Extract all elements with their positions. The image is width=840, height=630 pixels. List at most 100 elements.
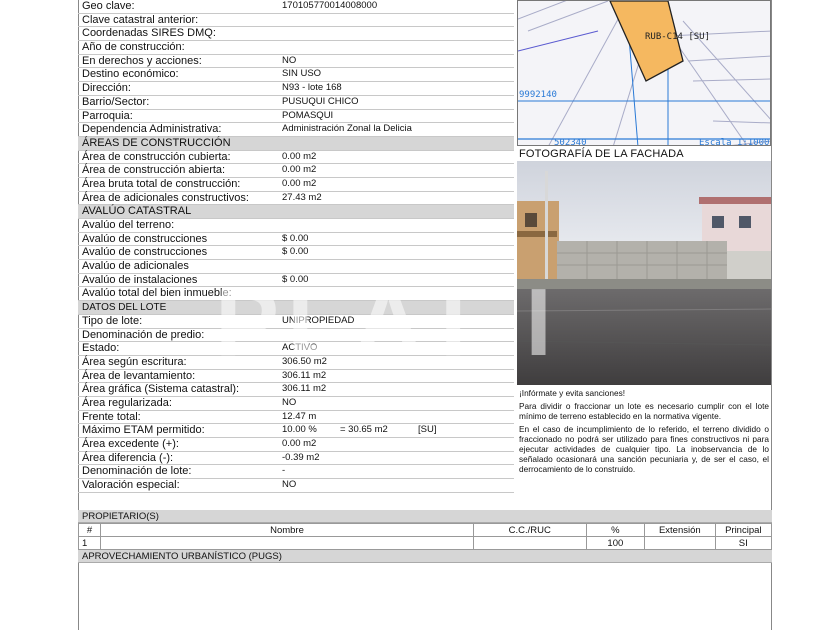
data-row: Avalúo de construcciones $ 0.00 xyxy=(78,246,514,261)
data-row: Denominación de lote: - xyxy=(78,465,514,480)
table-cell: 100 xyxy=(585,536,646,550)
field-label: Avalúo de instalaciones xyxy=(82,273,198,286)
construccion-section: Área de construcción cubierta: 0.00 m2 Áre… xyxy=(78,151,514,206)
data-row: Área según escritura: 306.50 m2 xyxy=(78,356,514,370)
field-label: Estado: xyxy=(82,342,120,355)
property-data-column: Geo clave: 170105770014008000 Clave catast… xyxy=(78,0,514,493)
data-row: Estado: ACTIVO xyxy=(78,342,514,356)
field-label: Máximo ETAM permitido: xyxy=(82,424,205,437)
field-label: Año de construcción: xyxy=(82,41,185,54)
left-building-trim xyxy=(517,231,557,237)
field-label: En derechos y acciones: xyxy=(82,54,202,67)
field-value: 306.11 m2 xyxy=(282,369,327,381)
table-row: 1 100 SI xyxy=(77,536,773,550)
column-header: % xyxy=(585,523,646,537)
field-value: 306.50 m2 xyxy=(282,355,327,367)
parcel-label: RUB-C14 [SU] xyxy=(645,32,710,42)
data-row: Área regularizada: NO xyxy=(78,397,514,411)
data-row: Tipo de lote: UNIPROPIEDAD xyxy=(78,315,514,329)
field-value: 306.11 m2 xyxy=(282,383,327,395)
field-value: NO xyxy=(282,54,297,66)
field-value: POMASQUI xyxy=(282,109,334,121)
owners-table: # Nombre C.C./RUC% Extensión Principal 1 100 S… xyxy=(77,523,773,550)
photo-title: FOTOGRAFÍA DE LA FACHADA xyxy=(519,148,684,160)
field-label: Parroquia: xyxy=(82,109,133,122)
field-label: Destino económico: xyxy=(82,68,179,81)
table-header-row: # Nombre C.C./RUC% Extensión Principal xyxy=(77,523,773,537)
data-row: Avalúo del terreno: xyxy=(78,219,514,233)
field-value: PUSUQUI CHICO xyxy=(282,95,359,107)
left-building xyxy=(517,201,559,291)
field-value: $ 0.00 xyxy=(282,246,309,258)
general-info-section: Geo clave: 170105770014008000 Clave catast… xyxy=(78,0,514,137)
notice-paragraph: En el caso de incumplimiento de lo refer… xyxy=(519,424,769,474)
column-header: Nombre xyxy=(100,523,474,537)
notice-paragraph: Para dividir o fraccionar un lote es nec… xyxy=(519,401,769,421)
field-value: 0.00 m2 xyxy=(282,438,317,449)
data-row: Avalúo de construcciones $ 0.00 xyxy=(78,233,514,247)
data-row: Parroquia: POMASQUI xyxy=(78,110,514,124)
data-row: Avalúo de instalaciones $ 0.00 xyxy=(78,274,514,288)
data-row: En derechos y acciones: NO xyxy=(78,55,514,69)
field-value: 170105770014008000 xyxy=(282,0,378,11)
field-value: -0.39 m2 xyxy=(282,451,320,463)
field-label: Área según escritura: xyxy=(82,355,187,368)
field-value: N93 - lote 168 xyxy=(282,82,342,94)
field-label: Dirección: xyxy=(82,82,131,95)
lote-section-header: DATOS DEL LOTE xyxy=(78,301,514,315)
field-value: - xyxy=(282,465,286,477)
coordinate-x-label: 502340 xyxy=(554,138,587,146)
utility-pole xyxy=(545,171,548,291)
data-row: Área de levantamiento: 306.11 m2 xyxy=(78,370,514,384)
field-value: 0.00 m2 xyxy=(282,164,317,176)
right-wall xyxy=(727,251,771,283)
section-title: DATOS DEL LOTE xyxy=(82,302,167,314)
field-label: Área diferencia (-): xyxy=(82,451,174,464)
column-header: Extensión xyxy=(644,523,716,537)
data-row: Geo clave: 170105770014008000 xyxy=(78,0,514,14)
field-value: 27.43 m2 xyxy=(282,191,322,203)
field-label: Avalúo del terreno: xyxy=(82,219,175,231)
field-label: Área regularizada: xyxy=(82,396,172,409)
field-label: Avalúo total del bien inmueble: xyxy=(82,287,232,300)
lote-section: Tipo de lote: UNIPROPIEDAD Denominación de… xyxy=(78,315,514,493)
data-row: Destino económico: SIN USO xyxy=(78,68,514,83)
data-row: Coordenadas SIRES DMQ: xyxy=(78,27,514,42)
facade-photo-drawing xyxy=(517,161,771,385)
field-label: Coordenadas SIRES DMQ: xyxy=(82,27,216,40)
left-building-window xyxy=(525,213,537,227)
pugs-section-header: APROVECHAMIENTO URBANÍSTICO (PUGS) xyxy=(78,550,772,563)
coordinate-y-label: 9992140 xyxy=(519,90,557,100)
perimeter-wall xyxy=(557,241,727,281)
section-title: ÁREAS DE CONSTRUCCIÓN xyxy=(82,136,231,149)
field-value: SIN USO xyxy=(282,68,322,80)
field-value: UNIPROPIEDAD xyxy=(282,314,355,326)
data-row: Área bruta total de construcción: 0.00 m2 xyxy=(78,178,514,192)
field-label: Clave catastral anterior: xyxy=(82,13,199,26)
table-cell xyxy=(472,536,587,550)
field-label: Área excedente (+): xyxy=(82,438,179,450)
data-row: Área excedente (+): 0.00 m2 xyxy=(78,438,514,452)
field-label: Área de levantamiento: xyxy=(82,369,196,382)
field-label: Geo clave: xyxy=(82,0,135,12)
field-label: Área de construcción cubierta: xyxy=(82,150,231,163)
field-value: 0.00 m2 xyxy=(282,150,317,162)
table-cell: SI xyxy=(714,536,773,550)
data-row: Avalúo de adicionales xyxy=(78,260,514,274)
field-value: 12.47 m xyxy=(282,410,317,422)
data-row: Área de construcción cubierta: 0.00 m2 xyxy=(78,151,514,165)
field-value: $ 0.00 xyxy=(282,232,309,244)
data-row: Clave catastral anterior: xyxy=(78,14,514,28)
field-label: Barrio/Sector: xyxy=(82,95,150,108)
field-label: Denominación de predio: xyxy=(82,328,205,341)
street xyxy=(517,289,771,385)
field-value-extra: [SU] xyxy=(418,424,437,436)
field-label: Área de adicionales constructivos: xyxy=(82,191,249,204)
data-row: Avalúo total del bien inmueble: xyxy=(78,287,514,302)
data-row: Denominación de predio: xyxy=(78,329,514,343)
data-row: Dependencia Administrativa: Administració… xyxy=(78,123,514,137)
cadastral-map: RUB-C14 [SU] 9992140 502340 Escala 1:100… xyxy=(517,0,771,146)
right-house-roof xyxy=(699,197,771,204)
field-value: $ 0.00 xyxy=(282,273,309,285)
field-value: 0.00 m2 xyxy=(282,177,317,189)
